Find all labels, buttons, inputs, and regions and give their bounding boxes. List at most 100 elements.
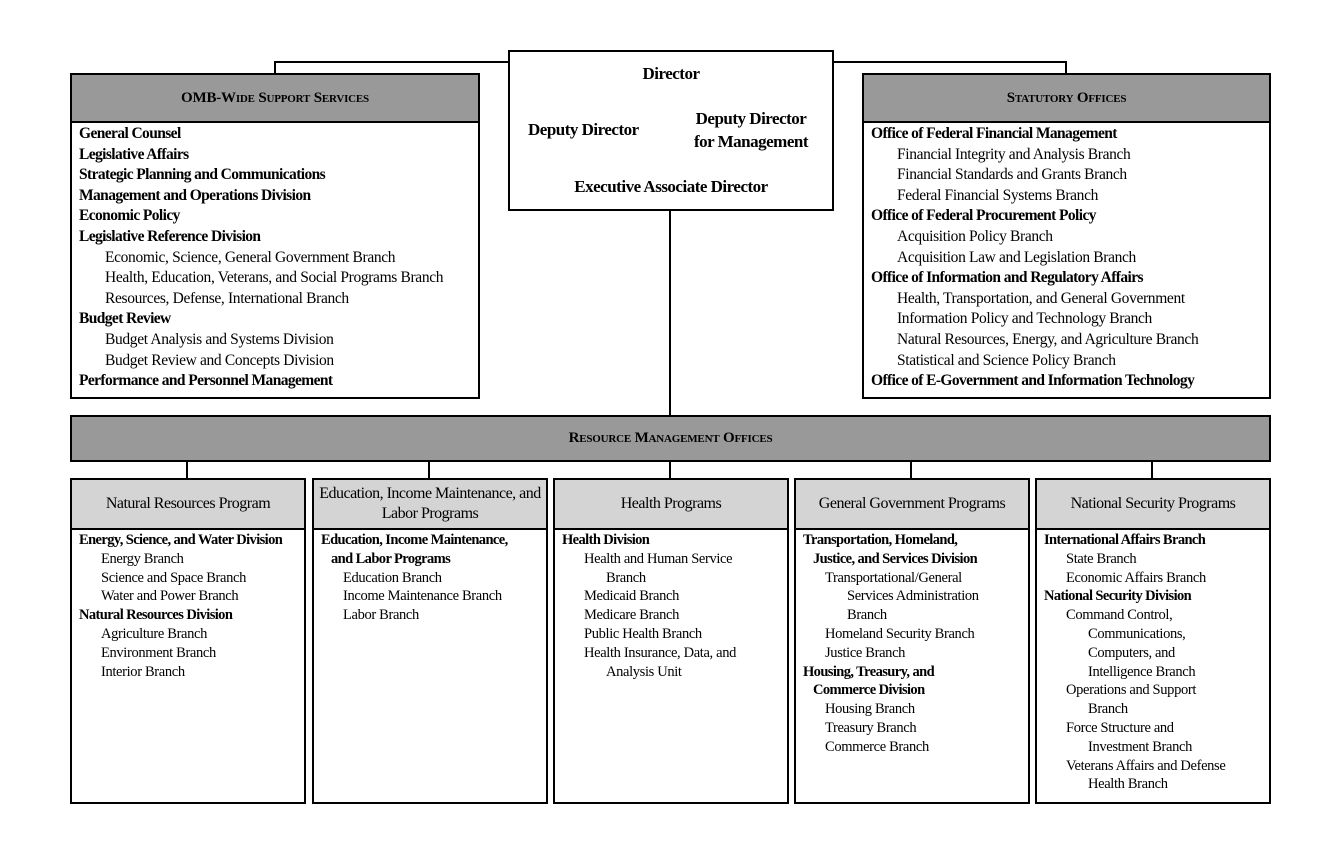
branch-label: Agriculture Branch xyxy=(101,626,208,642)
deputy-director: Deputy Director xyxy=(528,120,639,139)
division-label: International Affairs Branch xyxy=(1044,532,1206,548)
division-label: National Security Division xyxy=(1044,588,1192,605)
connector xyxy=(669,460,671,479)
branch-label: Investment Branch xyxy=(1088,738,1192,755)
branch-label: Branch xyxy=(606,569,646,586)
program-box: Natural Resources Program Energy, Science… xyxy=(70,478,306,804)
program-header: General Government Programs xyxy=(796,480,1028,530)
branch-label: Labor Branch xyxy=(343,607,419,624)
branch-label: Economic, Science, General Government Br… xyxy=(105,248,396,266)
branch-label: Interior Branch xyxy=(101,663,185,680)
branch-label: Services Administration xyxy=(847,588,979,605)
org-chart: Director Deputy Director Deputy Director… xyxy=(0,0,1343,852)
branch-label: Justice Branch xyxy=(825,644,906,661)
division-label: Justice, and Services Division xyxy=(813,550,978,567)
branch-label: Health, Education, Veterans, and Social … xyxy=(105,269,444,287)
branch-label: Veterans Affairs and Defense xyxy=(1066,757,1226,774)
division-label: Budget Review xyxy=(79,310,171,328)
deputy-director-management: Deputy Director for Management xyxy=(693,109,809,151)
branch-label: Medicare Branch xyxy=(584,607,679,624)
division-label: Strategic Planning and Communications xyxy=(79,166,326,184)
program-header: National Security Programs xyxy=(1037,480,1269,530)
branch-label: Budget Analysis and Systems Division xyxy=(105,331,334,348)
program-header: Education, Income Maintenance, and Labor… xyxy=(314,480,546,530)
division-label: Legislative Affairs xyxy=(79,145,189,163)
program-box: National Security Programs International … xyxy=(1035,478,1271,804)
branch-label: Federal Financial Systems Branch xyxy=(897,186,1099,204)
division-label: and Labor Programs xyxy=(331,550,451,567)
branch-label: Housing Branch xyxy=(825,701,915,718)
branch-label: Acquisition Law and Legislation Branch xyxy=(897,248,1136,266)
resource-management-offices-bar: Resource Management Offices xyxy=(70,415,1271,462)
branch-label: Branch xyxy=(847,607,887,624)
branch-label: Force Structure and xyxy=(1066,720,1174,736)
branch-label: Transportational/General xyxy=(825,569,962,586)
branch-label: Natural Resources, Energy, and Agricultu… xyxy=(897,331,1199,348)
connector xyxy=(186,460,188,479)
division-label: Energy, Science, and Water Division xyxy=(79,532,283,548)
connector xyxy=(910,460,912,479)
branch-label: Commerce Branch xyxy=(825,738,929,755)
program-box: Health Programs Health Division Health and… xyxy=(553,478,789,804)
program-box: General Government Programs Transportatio… xyxy=(794,478,1030,804)
branch-label: Medicaid Branch xyxy=(584,588,680,605)
division-label: Office of Federal Financial Management xyxy=(871,125,1117,142)
branch-label: Operations and Support xyxy=(1066,682,1197,699)
program-header: Natural Resources Program xyxy=(72,480,304,530)
branch-label: Health Insurance, Data, and xyxy=(584,644,736,661)
branch-label: Computers, and xyxy=(1088,644,1175,661)
division-label: Management and Operations Division xyxy=(79,186,311,204)
branch-label: Information Policy and Technology Branch xyxy=(897,310,1152,328)
division-label: General Counsel xyxy=(79,125,181,142)
branch-label: Health and Human Service xyxy=(584,550,733,567)
branch-label: Command Control, xyxy=(1066,607,1173,624)
division-label: Commerce Division xyxy=(813,682,925,699)
branch-label: Analysis Unit xyxy=(606,663,682,680)
division-label: Transportation, Homeland, xyxy=(803,532,958,548)
branch-label: Health, Transportation, and General Gove… xyxy=(897,289,1185,307)
division-label: Performance and Personnel Management xyxy=(79,372,333,390)
branch-label: Science and Space Branch xyxy=(101,569,246,586)
branch-label: Statistical and Science Policy Branch xyxy=(897,351,1116,369)
division-label: Office of Federal Procurement Policy xyxy=(871,207,1096,225)
branch-label: Financial Standards and Grants Branch xyxy=(897,166,1127,184)
connector xyxy=(831,61,1067,63)
division-label: Health Division xyxy=(562,532,650,548)
branch-label: Intelligence Branch xyxy=(1088,663,1196,680)
division-label: Natural Resources Division xyxy=(79,607,233,624)
omb-wide-support-services-box: OMB-Wide Support Services General Counse… xyxy=(70,73,480,399)
connector xyxy=(1151,460,1153,479)
branch-label: Public Health Branch xyxy=(584,626,702,642)
division-label: Housing, Treasury, and xyxy=(803,663,935,680)
branch-label: Income Maintenance Branch xyxy=(343,588,502,605)
branch-label: Financial Integrity and Analysis Branch xyxy=(897,145,1131,163)
statutory-offices-header: Statutory Offices xyxy=(864,75,1269,123)
division-label: Education, Income Maintenance, xyxy=(321,532,508,548)
branch-label: Treasury Branch xyxy=(825,720,917,736)
branch-label: Health Branch xyxy=(1088,776,1168,793)
program-box: Education, Income Maintenance, and Labor… xyxy=(312,478,548,804)
branch-label: Branch xyxy=(1088,701,1128,718)
director-box: Director Deputy Director Deputy Director… xyxy=(508,50,834,211)
connector xyxy=(428,460,430,479)
division-label: Office of E-Government and Information T… xyxy=(871,372,1195,390)
branch-label: Environment Branch xyxy=(101,644,216,661)
connector xyxy=(669,209,671,416)
executive-associate-director: Executive Associate Director xyxy=(574,177,768,196)
resource-management-header: Resource Management Offices xyxy=(568,430,773,446)
connector xyxy=(275,61,510,63)
branch-label: Acquisition Policy Branch xyxy=(897,228,1053,245)
program-header: Health Programs xyxy=(555,480,787,530)
division-label: Legislative Reference Division xyxy=(79,228,261,245)
division-label: Office of Information and Regulatory Aff… xyxy=(871,269,1144,287)
branch-label: Communications, xyxy=(1088,626,1186,642)
director-title: Director xyxy=(642,64,700,83)
branch-label: Water and Power Branch xyxy=(101,588,239,605)
division-label: Economic Policy xyxy=(79,207,180,225)
branch-label: State Branch xyxy=(1066,550,1137,567)
branch-label: Energy Branch xyxy=(101,550,184,567)
branch-label: Resources, Defense, International Branch xyxy=(105,289,349,307)
branch-label: Homeland Security Branch xyxy=(825,626,975,642)
omb-wide-header: OMB-Wide Support Services xyxy=(72,75,478,123)
statutory-offices-box: Statutory Offices Office of Federal Fina… xyxy=(862,73,1271,399)
